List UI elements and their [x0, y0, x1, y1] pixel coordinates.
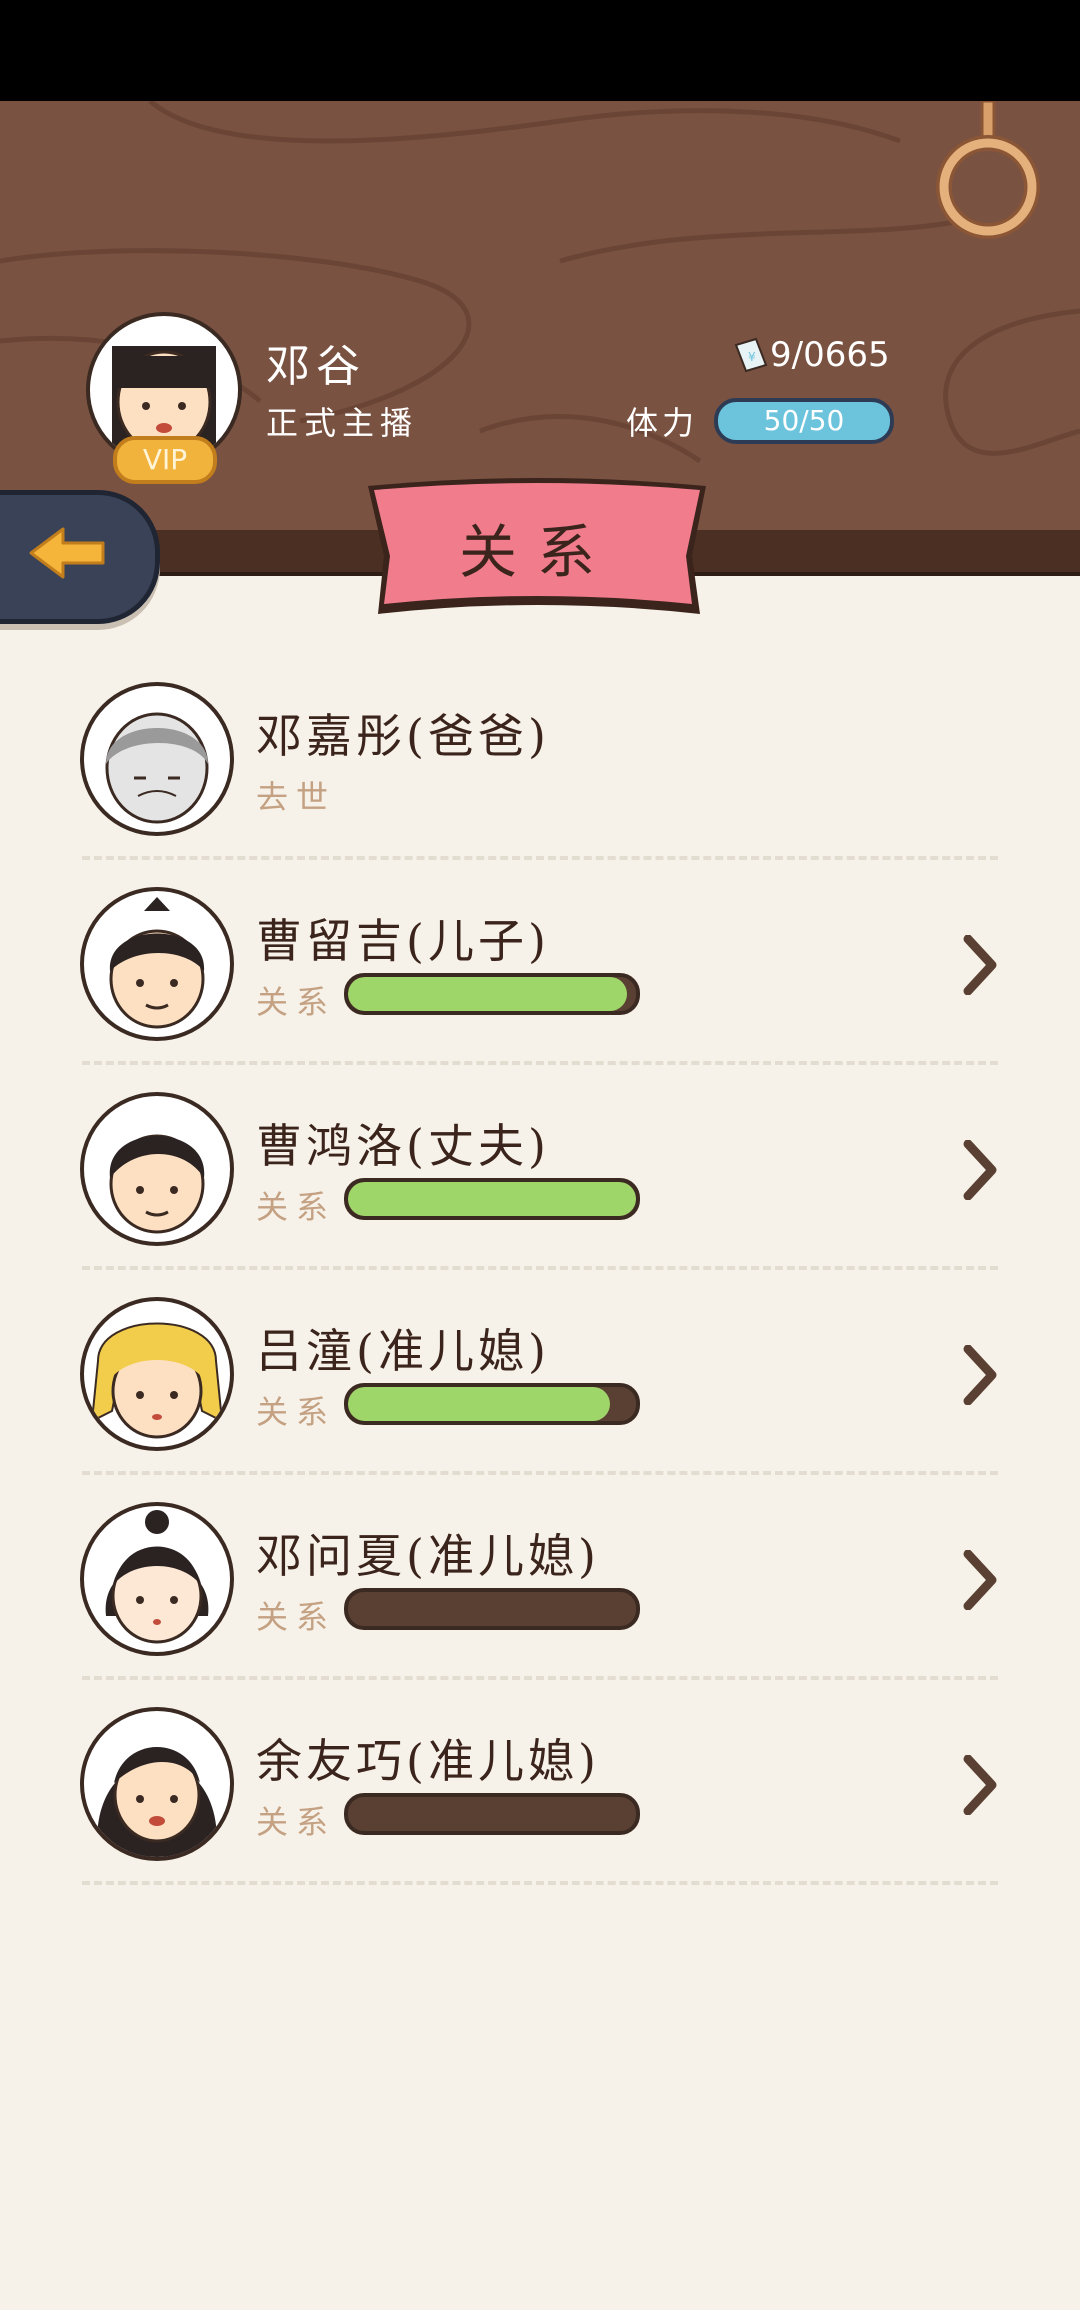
long-hair-portrait	[97, 1747, 217, 1857]
status-bar	[0, 0, 1080, 101]
relation-name: 曹鸿洛(丈夫)	[256, 1119, 550, 1173]
chevron-right-icon[interactable]	[962, 1140, 998, 1200]
player-name: 邓谷	[266, 341, 366, 392]
relation-label: 关系	[256, 983, 337, 1021]
relation-progress	[344, 1383, 640, 1425]
relation-progress-fill	[348, 1387, 611, 1421]
relation-progress	[344, 973, 640, 1015]
money-amount: 9/0665	[770, 335, 890, 375]
relation-row-fiancee-2[interactable]: 邓问夏(准儿媳) 关系	[0, 1492, 1080, 1697]
row-divider	[82, 1061, 998, 1065]
relation-row-husband[interactable]: 曹鸿洛(丈夫) 关系	[0, 1082, 1080, 1287]
row-divider	[82, 856, 998, 860]
relation-progress-fill	[348, 977, 628, 1011]
arrow-left-icon	[29, 527, 105, 579]
banknote-icon: ¥	[734, 337, 768, 373]
relation-name: 邓问夏(准儿媳)	[256, 1529, 600, 1583]
relation-row-fiancee-3[interactable]: 余友巧(准儿媳) 关系	[0, 1697, 1080, 1902]
row-divider	[82, 1471, 998, 1475]
page-title: 关系	[458, 518, 615, 586]
relation-label: 关系	[256, 1393, 337, 1431]
chevron-right-icon[interactable]	[962, 1550, 998, 1610]
relation-row-fiancee-1[interactable]: 吕潼(准儿媳) 关系	[0, 1287, 1080, 1492]
bun-hair-portrait	[105, 1510, 209, 1644]
vip-badge: VIP	[113, 436, 217, 484]
chevron-right-icon[interactable]	[962, 1755, 998, 1815]
son-avatar	[80, 887, 234, 1041]
father-avatar	[80, 682, 234, 836]
relation-progress	[344, 1588, 640, 1630]
relation-status: 去世	[256, 778, 337, 816]
relation-progress-fill	[348, 1182, 636, 1216]
relation-label: 关系	[256, 1803, 337, 1841]
relation-name: 吕潼(准儿媳)	[256, 1324, 550, 1378]
chevron-right-icon[interactable]	[962, 1345, 998, 1405]
elder-portrait	[105, 712, 209, 824]
svg-text:¥: ¥	[748, 350, 756, 364]
player-title: 正式主播	[266, 404, 419, 442]
hanging-ring-icon[interactable]	[930, 101, 1050, 241]
relation-row-father: 邓嘉彤(爸爸) 去世	[0, 672, 1080, 877]
relation-progress	[344, 1178, 640, 1220]
stamina-label: 体力	[626, 404, 699, 442]
fiancee-3-avatar	[80, 1707, 234, 1861]
relation-label: 关系	[256, 1598, 337, 1636]
fiancee-1-avatar	[80, 1297, 234, 1451]
husband-avatar	[80, 1092, 234, 1246]
husband-portrait	[109, 1134, 205, 1234]
relation-progress	[344, 1793, 640, 1835]
stamina-bar: 50/50	[714, 398, 894, 444]
relation-row-son[interactable]: 曹留吉(儿子) 关系	[0, 877, 1080, 1082]
relation-label: 关系	[256, 1188, 337, 1226]
chevron-right-icon[interactable]	[962, 935, 998, 995]
relation-name: 曹留吉(儿子)	[256, 914, 550, 968]
back-button[interactable]	[0, 490, 160, 624]
fiancee-2-avatar	[80, 1502, 234, 1656]
relation-name: 余友巧(准儿媳)	[256, 1734, 600, 1788]
row-divider	[82, 1881, 998, 1885]
relation-name: 邓嘉彤(爸爸)	[256, 709, 550, 763]
blonde-portrait	[90, 1322, 224, 1439]
relation-list: 邓嘉彤(爸爸) 去世 曹留吉(儿子) 关系 曹鸿洛(丈夫) 关系 吕潼(准儿媳)…	[0, 672, 1080, 1902]
row-divider	[82, 1266, 998, 1270]
row-divider	[82, 1676, 998, 1680]
son-portrait	[109, 897, 205, 1029]
